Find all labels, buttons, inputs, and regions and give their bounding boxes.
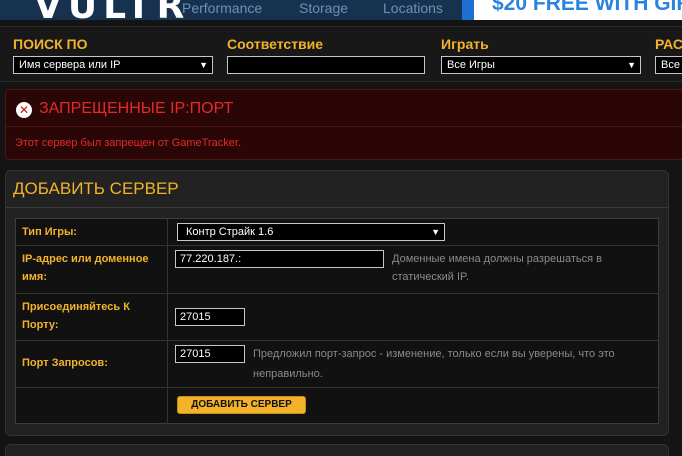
error-message: Этот сервер был запрещен от GameTracker. [15, 137, 241, 149]
address-label-line1: IP-адрес или доменное [22, 253, 149, 265]
address-hint-line1: Доменные имена должны разрешаться в [392, 253, 602, 265]
game-type-label-cell: Тип Игры: [16, 219, 168, 245]
form-row-connect-port: Присоединяйтесь К Порту: 27015 [16, 294, 658, 341]
add-server-form: Тип Игры: Контр Страйк 1.6 ▼ IP-адрес ил… [15, 218, 659, 424]
game-type-select[interactable]: Контр Страйк 1.6 ▼ [177, 223, 445, 241]
form-row-game-type: Тип Игры: Контр Страйк 1.6 ▼ [16, 219, 658, 246]
next-panel [5, 444, 669, 456]
game-label: Играть [441, 36, 489, 52]
connect-port-label-line2: Порту: [22, 319, 59, 331]
game-value: Все Игры [447, 59, 495, 71]
connect-port-input[interactable]: 27015 [175, 308, 245, 326]
search-by-label: ПОИСК ПО [13, 36, 88, 52]
top-banner: VULTR Performance Storage Locations $20 … [0, 0, 682, 20]
query-port-input[interactable]: 27015 [175, 345, 245, 363]
ad-text: $20 FREE WITH GIFT [492, 0, 682, 15]
fourth-select[interactable]: Все [655, 56, 682, 74]
game-type-label: Тип Игры: [22, 226, 78, 238]
form-row-address: IP-адрес или доменное имя: 77.220.187.: … [16, 246, 658, 294]
chevron-down-icon: ▼ [431, 227, 440, 237]
add-server-button[interactable]: ДОБАВИТЬ СЕРВЕР [177, 396, 306, 414]
add-server-title: ДОБАВИТЬ СЕРВЕР [13, 179, 179, 198]
search-bar: ПОИСК ПО Имя сервера или IP ▼ Соответств… [0, 26, 682, 82]
error-title: ЗАПРЕЩЕННЫЕ IP:ПОРТ [39, 100, 234, 117]
form-row-submit: ДОБАВИТЬ СЕРВЕР [16, 388, 658, 424]
game-select[interactable]: Все Игры ▼ [441, 56, 641, 74]
fourth-value: Все [661, 59, 680, 71]
game-type-value: Контр Страйк 1.6 [186, 226, 274, 238]
form-row-query-port: Порт Запросов: 27015 Предложил порт-запр… [16, 341, 658, 388]
x-icon: ✕ [16, 102, 32, 118]
chevron-down-icon: ▼ [199, 60, 208, 70]
ad-banner[interactable]: $20 FREE WITH GIFT [474, 0, 682, 20]
query-port-label-cell: Порт Запросов: [16, 341, 168, 387]
query-port-hint-line1: Предложил порт-запрос - изменение, тольк… [253, 348, 615, 360]
address-label-line2: имя: [22, 271, 47, 283]
nav-storage[interactable]: Storage [299, 0, 348, 16]
fourth-label: РАС [655, 36, 682, 52]
address-label-cell: IP-адрес или доменное имя: [16, 246, 168, 293]
add-server-panel: ДОБАВИТЬ СЕРВЕР Тип Игры: Контр Страйк 1… [5, 170, 669, 436]
vultr-logo[interactable]: VULTR [34, 0, 190, 20]
submit-label-cell [16, 388, 168, 424]
query-port-label: Порт Запросов: [22, 357, 108, 369]
chevron-down-icon: ▼ [627, 60, 636, 70]
error-header: ✕ ЗАПРЕЩЕННЫЕ IP:ПОРТ [6, 90, 682, 127]
search-by-select[interactable]: Имя сервера или IP ▼ [13, 56, 213, 74]
nav-locations[interactable]: Locations [383, 0, 443, 16]
nav-performance[interactable]: Performance [182, 0, 262, 16]
search-by-value: Имя сервера или IP [19, 59, 121, 71]
connect-port-label-line1: Присоединяйтесь К [22, 301, 130, 313]
address-hint-line2: статический IP. [392, 271, 470, 283]
connect-port-label-cell: Присоединяйтесь К Порту: [16, 294, 168, 340]
query-port-hint-line2: неправильно. [253, 368, 323, 380]
error-box: ✕ ЗАПРЕЩЕННЫЕ IP:ПОРТ Этот сервер был за… [5, 89, 682, 160]
match-label: Соответствие [227, 36, 324, 52]
address-input[interactable]: 77.220.187.: [175, 250, 384, 268]
divider [6, 207, 668, 208]
match-input[interactable] [227, 56, 425, 74]
